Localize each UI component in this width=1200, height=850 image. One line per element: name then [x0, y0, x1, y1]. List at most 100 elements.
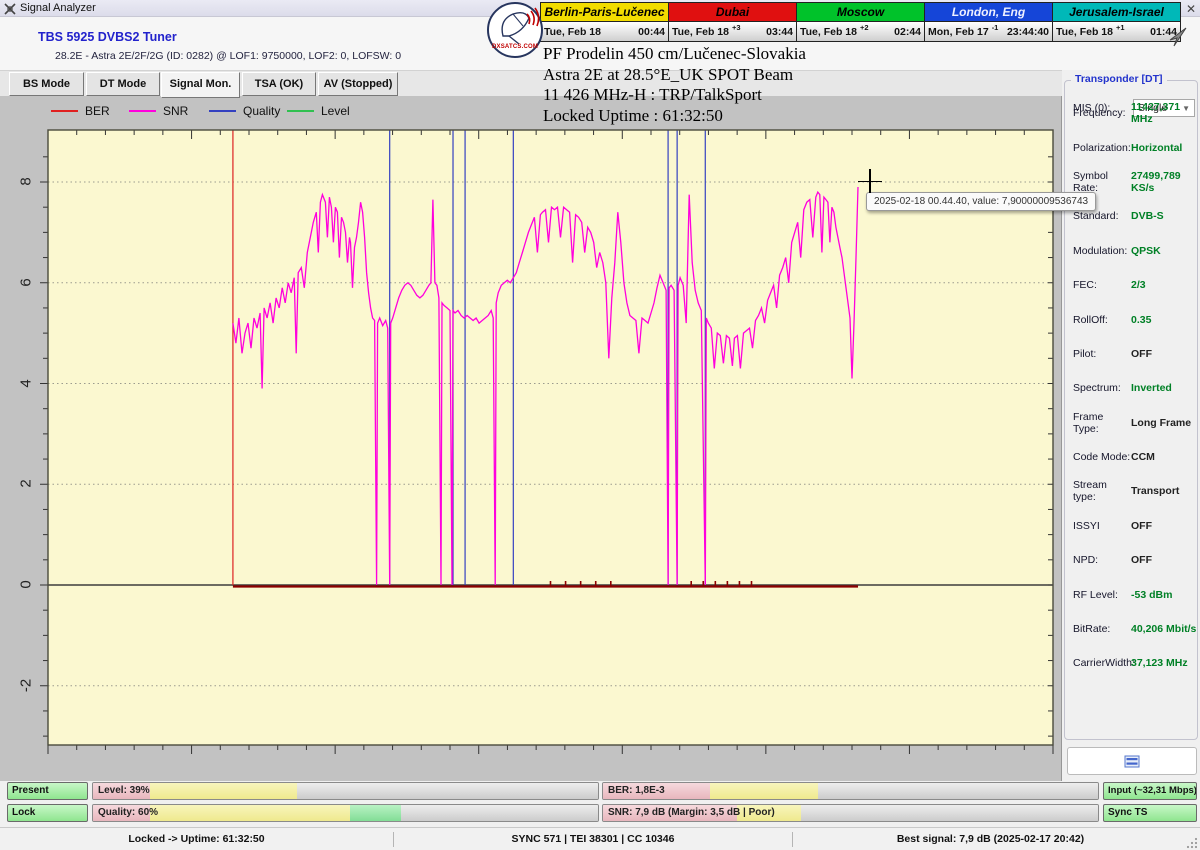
- transponder-row: CarrierWidth:37,123 MHz: [1065, 646, 1197, 680]
- transponder-row: BitRate:40,206 Mbit/s: [1065, 612, 1197, 646]
- satellite-dish-icon: [489, 6, 541, 46]
- ber-meter: BER: 1,8E-3: [602, 782, 1099, 800]
- transponder-row-label: RollOff:: [1073, 314, 1131, 326]
- meter-segment: [401, 805, 598, 821]
- transponder-row-value: 27499,789 KS/s: [1131, 170, 1197, 194]
- transponder-row: FEC:2/3: [1065, 268, 1197, 302]
- meter-text: Quality: 60%: [98, 807, 158, 818]
- legend-label: Level: [321, 104, 350, 118]
- quality-meter: Quality: 60%: [92, 804, 599, 822]
- transponder-row-value: 37,123 MHz: [1131, 657, 1188, 669]
- level-meter: Level: 39%: [92, 782, 599, 800]
- meter-segment: [150, 805, 350, 821]
- legend-swatch: [129, 110, 156, 112]
- tab-signal-mon[interactable]: Signal Mon.: [161, 72, 240, 98]
- transponder-row: RF Level:-53 dBm: [1065, 577, 1197, 611]
- clock-time: 03:44: [766, 26, 793, 38]
- clock-date: Tue, Feb 18: [544, 26, 601, 38]
- transponder-row-value: -53 dBm: [1131, 589, 1172, 601]
- transponder-row-label: Modulation:: [1073, 245, 1131, 257]
- clock-utc-offset: +2: [860, 23, 869, 32]
- transponder-row-value: Transport: [1131, 485, 1179, 497]
- transponder-row: Code Mode:CCM: [1065, 440, 1197, 474]
- annotation-overlay: PF Prodelin 450 cm/Lučenec-Slovakia Astr…: [543, 44, 806, 126]
- chart-legend: BER SNR Quality Level: [0, 103, 1061, 121]
- clock-column: London, EngMon, Feb 17-123:44:40: [925, 3, 1053, 41]
- legend-item: Level: [287, 103, 350, 119]
- clock-city-label: Berlin-Paris-Lučenec: [541, 3, 668, 22]
- transponder-row-value: 0.35: [1131, 314, 1151, 326]
- y-axis-tick-label: 8: [18, 169, 35, 195]
- status-best-signal: Best signal: 7,9 dB (2025-02-17 20:42): [793, 828, 1188, 850]
- transponder-row-label: Symbol Rate:: [1073, 170, 1131, 194]
- cursor-arrow-icon: [1168, 26, 1190, 55]
- transponder-row: Frame Type:Long Frame: [1065, 406, 1197, 440]
- transponder-row-label: RF Level:: [1073, 589, 1131, 601]
- clock-time-row: Tue, Feb 18+101:44: [1053, 22, 1180, 41]
- meter-segment: [801, 805, 1098, 821]
- clock-date: Mon, Feb 17: [928, 26, 989, 38]
- meter-text: BER: 1,8E-3: [608, 785, 665, 796]
- status-sync-counters: SYNC 571 | TEI 38301 | CC 10346: [394, 828, 792, 850]
- transponder-row-label: CarrierWidth:: [1073, 657, 1131, 669]
- y-axis-tick-label: 4: [18, 370, 35, 396]
- transponder-row-label: Polarization:: [1073, 142, 1131, 154]
- tab-dt-mode[interactable]: DT Mode: [86, 72, 160, 96]
- present-indicator: Present: [7, 782, 88, 800]
- signal-chart[interactable]: [38, 120, 1062, 760]
- y-axis-tick-label: 2: [18, 471, 35, 497]
- clock-utc-offset: +1: [1116, 23, 1125, 32]
- clock-date: Tue, Feb 18: [800, 26, 857, 38]
- stream-list-button[interactable]: [1067, 747, 1197, 775]
- transponder-row-value: 2/3: [1131, 279, 1146, 291]
- transponder-row-value: DVB-S: [1131, 210, 1164, 222]
- clock-utc-offset: -1: [992, 23, 999, 32]
- transponder-row-value: Horizontal: [1131, 142, 1182, 154]
- status-uptime: Locked -> Uptime: 61:32:50: [0, 828, 393, 850]
- transponder-row-label: FEC:: [1073, 279, 1131, 291]
- chart-tooltip: 2025-02-18 00.44.40, value: 7,9000000953…: [866, 192, 1096, 211]
- logo-text: DXSATCS.COM: [489, 44, 541, 50]
- legend-label: SNR: [163, 104, 188, 118]
- window-title: Signal Analyzer: [20, 2, 96, 14]
- clock-time-row: Tue, Feb 18 00:44: [541, 22, 668, 41]
- clock-time: 00:44: [638, 26, 665, 38]
- transponder-row-label: Frame Type:: [1073, 411, 1131, 435]
- clock-utc-offset: +3: [732, 23, 741, 32]
- world-clock-bar: Berlin-Paris-LučenecTue, Feb 1800:44Duba…: [540, 2, 1181, 42]
- tab-tsa[interactable]: TSA (OK): [242, 72, 316, 96]
- transponder-row-label: ISSYI: [1073, 520, 1131, 532]
- transponder-row-value: QPSK: [1131, 245, 1161, 257]
- clock-city-label: London, Eng: [925, 3, 1052, 22]
- clock-column: DubaiTue, Feb 18+303:44: [669, 3, 797, 41]
- legend-swatch: [287, 110, 314, 112]
- transponder-row-value: OFF: [1131, 520, 1152, 532]
- clock-column: Jerusalem-IsraelTue, Feb 18+101:44: [1053, 3, 1180, 41]
- tab-bs-mode[interactable]: BS Mode: [9, 72, 84, 96]
- transponder-row: Polarization:Horizontal: [1065, 130, 1197, 164]
- clock-column: Berlin-Paris-Lučenec Tue, Feb 18 00:44: [541, 3, 669, 41]
- annotation-line: 11 426 MHz-H : TRP/TalkSport: [543, 85, 806, 106]
- transponder-row-label: Pilot:: [1073, 348, 1131, 360]
- clock-column: MoscowTue, Feb 18+202:44: [797, 3, 925, 41]
- sync-ts-indicator: Sync TS: [1103, 804, 1197, 822]
- legend-item: Quality: [209, 103, 280, 119]
- tab-av[interactable]: AV (Stopped): [318, 72, 398, 96]
- transponder-row-label: Frequency:: [1073, 107, 1131, 119]
- legend-item: BER: [51, 103, 110, 119]
- transponder-row-label: Standard:: [1073, 210, 1131, 222]
- transponder-row: NPD:OFF: [1065, 543, 1197, 577]
- transponder-row-label: Stream type:: [1073, 479, 1131, 503]
- transponder-row-label: Spectrum:: [1073, 382, 1131, 394]
- transponder-row-label: BitRate:: [1073, 623, 1131, 635]
- annotation-line: Astra 2E at 28.5°E_UK SPOT Beam: [543, 65, 806, 86]
- meter-text: SNR: 7,9 dB (Margin: 3,5 dB | Poor): [608, 807, 775, 818]
- close-icon[interactable]: ✕: [1184, 2, 1198, 16]
- transponder-row-value: OFF: [1131, 554, 1152, 566]
- legend-label: BER: [85, 104, 110, 118]
- y-axis-tick-label: 0: [18, 572, 35, 598]
- transponder-panel-title: Transponder [DT]: [1071, 73, 1167, 85]
- resize-grip[interactable]: [1186, 836, 1198, 848]
- legend-item: SNR: [129, 103, 188, 119]
- transponder-row-value: Inverted: [1131, 382, 1172, 394]
